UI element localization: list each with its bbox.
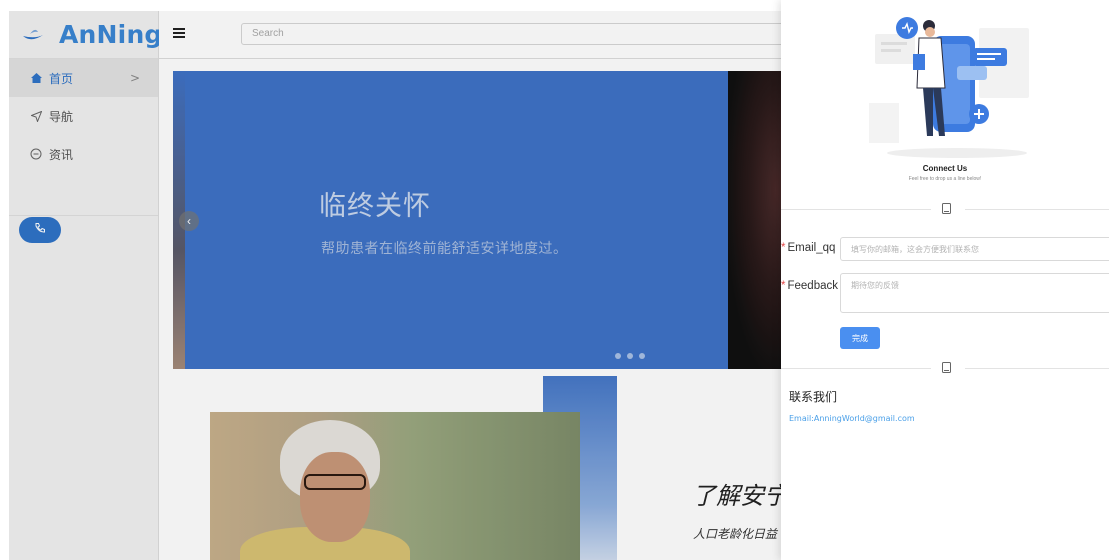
sidebar-item-label: 导航 [49,109,74,124]
about-title: 了解安宁 [692,482,788,510]
search-input[interactable]: Search [241,23,801,45]
contact-email-link[interactable]: Email:AnningWorld@gmail.com [789,414,915,423]
logo[interactable]: AnNing [9,11,162,59]
drawer-subtitle: Feel free to drop us a line below! [908,176,982,182]
section-divider [781,362,1109,374]
sidebar-divider [9,215,158,216]
tablet-icon [942,203,951,214]
logo-bird-icon [21,26,45,44]
tablet-icon [942,362,951,373]
feedback-textarea[interactable]: 期待您的反馈 [840,273,1109,313]
menu-toggle-icon[interactable] [173,28,185,40]
phone-icon [34,221,46,239]
contact-heading: 联系我们 [789,390,838,404]
email-field[interactable]: 填写你的邮箱，这会方便我们联系您 [840,237,1109,261]
contact-toggle-button[interactable] [19,217,61,243]
carousel-title: 临终关怀 [319,191,431,222]
carousel-dot[interactable] [639,353,645,359]
sidebar-item-news[interactable]: 资讯 [9,135,158,173]
sidebar-item-label: 首页 [49,71,74,86]
chevron-right-icon: > [129,71,140,85]
logo-text: AnNing [59,20,163,49]
about-photo [210,412,580,560]
sidebar-item-home[interactable]: 首页 > [9,59,158,97]
navigation-icon [29,110,43,122]
sidebar-item-label: 资讯 [49,147,74,162]
home-icon [29,73,43,83]
drawer-title: Connect Us [922,164,968,173]
submit-button[interactable]: 完成 [840,327,880,349]
about-subtitle: 人口老龄化日益 [693,527,778,541]
feedback-label: * Feedback [781,280,838,292]
contact-drawer: Connect Us Feel free to drop us a line b… [781,0,1109,560]
sidebar: AnNing 首页 > 导航 资讯 [9,11,162,560]
section-divider [781,203,1109,215]
hero-carousel[interactable]: 临终关怀 帮助患者在临终前能舒适安详地度过。 [173,71,793,369]
required-marker: * [781,242,786,254]
doctor-illustration [869,8,1045,168]
carousel-dot[interactable] [627,353,633,359]
chat-icon [29,148,43,160]
email-label: * Email_qq [781,242,836,254]
carousel-subtitle: 帮助患者在临终前能舒适安详地度过。 [321,241,568,257]
carousel-indicators [615,353,645,359]
carousel-prev-button[interactable]: ‹ [179,211,199,231]
carousel-dot[interactable] [615,353,621,359]
sidebar-item-navigation[interactable]: 导航 [9,97,158,135]
required-marker: * [781,280,786,292]
